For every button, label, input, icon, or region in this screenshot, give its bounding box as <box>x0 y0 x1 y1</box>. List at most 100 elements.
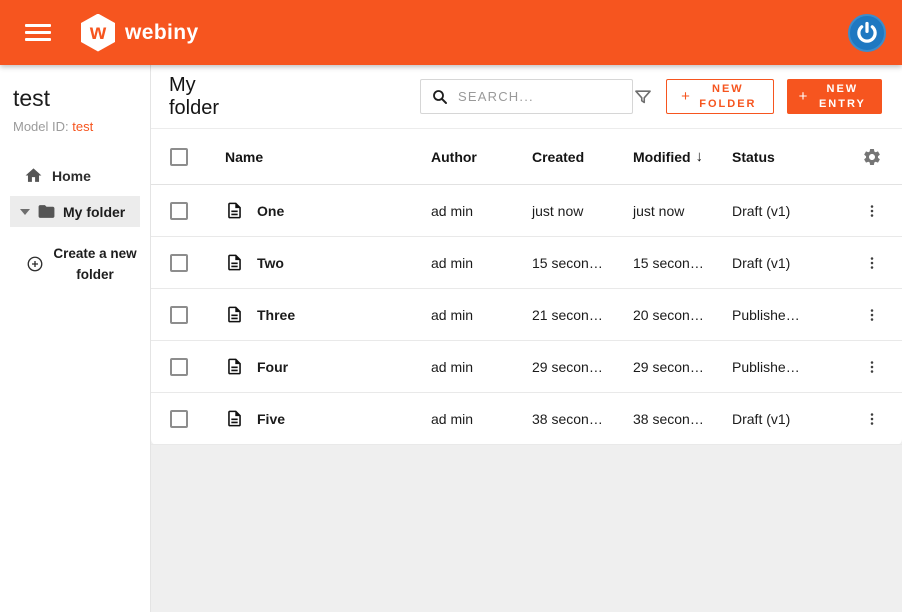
content-area: My folder + NEW <box>151 65 902 612</box>
create-folder-label: Create a new folder <box>52 243 138 285</box>
filter-button[interactable] <box>633 87 653 107</box>
document-icon <box>225 201 244 220</box>
entry-created: 29 secon… <box>532 359 633 375</box>
model-title: test <box>13 85 150 112</box>
column-header-name[interactable]: Name <box>207 149 431 165</box>
model-id-line: Model ID: test <box>13 119 150 134</box>
select-all-checkbox[interactable] <box>170 148 188 166</box>
entry-modified: 38 secon… <box>633 411 732 427</box>
table-header: Name Author Created Modified ↓ Status <box>151 128 902 185</box>
entry-modified: 20 secon… <box>633 307 732 323</box>
column-header-modified[interactable]: Modified ↓ <box>633 148 732 165</box>
webiny-logo[interactable]: w webiny <box>81 14 199 52</box>
entry-name[interactable]: One <box>257 203 284 219</box>
sidebar-item-label: My folder <box>63 204 125 220</box>
folder-card: My folder + NEW <box>151 65 902 445</box>
webiny-hexagon-icon: w <box>81 14 115 52</box>
new-entry-label: NEW ENTRY <box>814 82 870 112</box>
document-icon <box>225 357 244 376</box>
document-icon <box>225 305 244 324</box>
search-input[interactable] <box>458 89 622 104</box>
entry-status: Publishe… <box>732 359 842 375</box>
row-menu-button[interactable] <box>863 358 881 376</box>
top-app-bar: w webiny <box>0 0 902 65</box>
table-settings-button[interactable] <box>862 147 882 167</box>
kebab-menu-icon <box>863 306 881 324</box>
table-row[interactable]: Two ad min 15 secon… 15 secon… Draft (v1… <box>151 237 902 289</box>
row-menu-button[interactable] <box>863 410 881 428</box>
search-box[interactable] <box>420 79 633 114</box>
row-checkbox[interactable] <box>170 306 188 324</box>
entry-author: ad min <box>431 307 532 323</box>
home-icon <box>24 166 43 185</box>
entry-status: Draft (v1) <box>732 203 842 219</box>
sidebar-item-label: Home <box>52 168 91 184</box>
entry-created: 15 secon… <box>532 255 633 271</box>
entry-created: 21 secon… <box>532 307 633 323</box>
filter-icon <box>633 87 653 107</box>
gear-icon <box>862 147 882 167</box>
kebab-menu-icon <box>863 358 881 376</box>
hamburger-menu-icon[interactable] <box>25 24 51 41</box>
row-menu-button[interactable] <box>863 202 881 220</box>
table-row[interactable]: Four ad min 29 secon… 29 secon… Publishe… <box>151 341 902 393</box>
kebab-menu-icon <box>863 254 881 272</box>
entry-name[interactable]: Five <box>257 411 285 427</box>
sidebar-item-my-folder[interactable]: My folder <box>10 196 140 227</box>
plus-circle-icon <box>26 255 44 273</box>
folder-toolbar: My folder + NEW <box>151 65 902 128</box>
plus-icon: + <box>799 88 808 105</box>
folder-icon <box>37 202 56 221</box>
model-id-value[interactable]: test <box>72 119 93 134</box>
search-icon <box>431 88 449 106</box>
column-header-author[interactable]: Author <box>431 149 532 165</box>
chevron-down-icon <box>20 209 30 215</box>
new-folder-button[interactable]: + NEW FOLDER <box>666 79 774 114</box>
kebab-menu-icon <box>863 410 881 428</box>
row-checkbox[interactable] <box>170 202 188 220</box>
entry-author: ad min <box>431 255 532 271</box>
brand-wordmark: webiny <box>125 21 199 45</box>
entry-author: ad min <box>431 411 532 427</box>
entry-modified: just now <box>633 203 732 219</box>
table-row[interactable]: Three ad min 21 secon… 20 secon… Publish… <box>151 289 902 341</box>
entry-modified: 15 secon… <box>633 255 732 271</box>
entry-created: 38 secon… <box>532 411 633 427</box>
entry-author: ad min <box>431 359 532 375</box>
new-entry-button[interactable]: + NEW ENTRY <box>787 79 882 114</box>
entry-created: just now <box>532 203 633 219</box>
sidebar: test Model ID: test Home My folder <box>0 65 151 612</box>
table-row[interactable]: One ad min just now just now Draft (v1) <box>151 185 902 237</box>
new-folder-label: NEW FOLDER <box>697 82 759 112</box>
entry-author: ad min <box>431 203 532 219</box>
folder-tree: Home My folder Create a new folder <box>0 158 150 285</box>
column-header-status[interactable]: Status <box>732 149 842 165</box>
page-background <box>151 445 902 612</box>
entry-status: Publishe… <box>732 307 842 323</box>
create-folder-button[interactable]: Create a new folder <box>0 243 150 285</box>
column-header-created[interactable]: Created <box>532 149 633 165</box>
table-row[interactable]: Five ad min 38 secon… 38 secon… Draft (v… <box>151 393 902 445</box>
model-id-label: Model ID: <box>13 119 69 134</box>
document-icon <box>225 409 244 428</box>
page-title: My folder <box>169 74 228 120</box>
entry-status: Draft (v1) <box>732 411 842 427</box>
row-checkbox[interactable] <box>170 410 188 428</box>
user-avatar[interactable] <box>848 14 886 52</box>
sidebar-item-home[interactable]: Home <box>0 158 150 193</box>
kebab-menu-icon <box>863 202 881 220</box>
power-icon <box>854 20 880 46</box>
entry-status: Draft (v1) <box>732 255 842 271</box>
logo-letter: w <box>90 22 106 43</box>
entry-name[interactable]: Four <box>257 359 288 375</box>
plus-icon: + <box>681 88 690 105</box>
row-checkbox[interactable] <box>170 254 188 272</box>
sort-descending-icon: ↓ <box>696 148 704 165</box>
row-menu-button[interactable] <box>863 306 881 324</box>
document-icon <box>225 253 244 272</box>
row-checkbox[interactable] <box>170 358 188 376</box>
entry-name[interactable]: Two <box>257 255 284 271</box>
row-menu-button[interactable] <box>863 254 881 272</box>
entry-name[interactable]: Three <box>257 307 295 323</box>
entry-modified: 29 secon… <box>633 359 732 375</box>
